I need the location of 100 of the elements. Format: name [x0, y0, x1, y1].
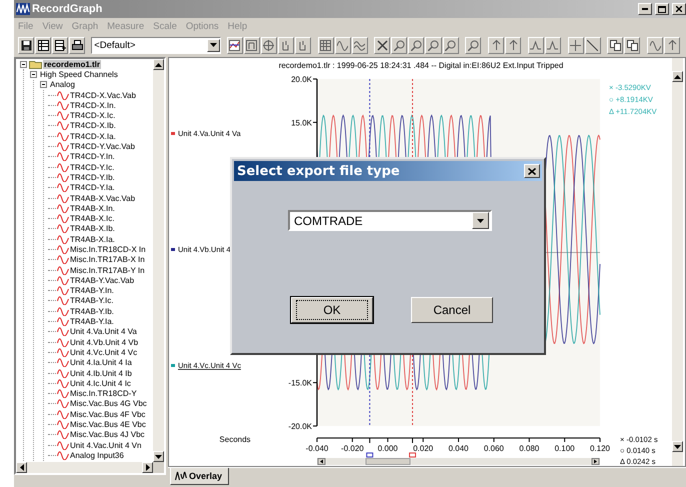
toolbar-button[interactable] — [374, 36, 390, 54]
dropdown-arrow-button[interactable] — [472, 212, 489, 229]
tree-item[interactable]: Unit 4.Ia.Unit 4 Ia — [69, 358, 133, 368]
expander-toggle[interactable] — [40, 81, 47, 88]
tab[interactable]: Overlay — [170, 468, 230, 485]
toolbar-button[interactable] — [528, 36, 544, 54]
toolbar-button[interactable] — [391, 36, 408, 54]
tree-item[interactable]: TR4CD-X.Ic. — [69, 111, 116, 120]
toolbar-button[interactable] — [52, 36, 68, 54]
tree-item[interactable]: TR4CD-Y.Ib. — [69, 172, 116, 182]
tree-item[interactable]: TR4AB-X.Vac.Vab — [69, 194, 136, 202]
toolbar-button[interactable] — [465, 36, 482, 54]
tree-item[interactable]: TR4CD-X.In. — [69, 100, 117, 110]
waveform-icon — [57, 410, 69, 419]
toolbar-button[interactable] — [425, 36, 442, 54]
minimize-button[interactable] — [638, 3, 652, 15]
toolbar-button[interactable] — [294, 36, 311, 54]
scroll-down-button[interactable] — [672, 441, 683, 452]
dialog-button[interactable]: OK — [291, 297, 373, 323]
tree-item[interactable]: Misc.Vac.Bus 4E Vbc — [69, 420, 147, 430]
tree-item[interactable]: TR4AB-Y.Ic. — [69, 296, 114, 306]
toolbar-button[interactable] — [584, 36, 601, 54]
tree-item[interactable]: TR4AB-X.In. — [69, 204, 116, 213]
tree-item[interactable]: TR4AB-Y.In. — [69, 286, 115, 296]
toolbar-button[interactable] — [244, 36, 260, 54]
tree-item[interactable]: TR4CD-X.Ia. — [69, 132, 117, 141]
y-tick-label: 15.0K — [291, 118, 312, 128]
tree-item[interactable]: TR4AB-X.Ic. — [69, 214, 116, 224]
tree-item[interactable]: TR4AB-Y.Ib. — [69, 306, 115, 316]
toolbar-button[interactable] — [260, 36, 277, 54]
tree-item[interactable]: TR4CD-X.Vac.Vab — [69, 90, 137, 100]
close-button[interactable] — [524, 164, 540, 178]
wave-icon — [16, 3, 30, 15]
tree-item[interactable]: recordemo1.tlr — [43, 60, 102, 69]
tree-item[interactable]: Analog Input36 — [69, 450, 125, 460]
scroll-right-button[interactable] — [142, 462, 153, 473]
tree-item[interactable]: Unit 4.Va.Unit 4 Va — [69, 327, 138, 336]
file-type-dropdown[interactable]: COMTRADE — [288, 210, 492, 231]
tree-item[interactable]: TR4AB-Y.Vac.Vab — [69, 276, 136, 285]
toolbar-button[interactable] — [664, 36, 680, 54]
tree-item[interactable]: Unit 4.Vc.Unit 4 Vc — [69, 348, 138, 357]
x-tick-label: 0.040 — [448, 444, 469, 453]
toolbar-button[interactable] — [505, 36, 522, 54]
tree-item[interactable]: Misc.Vac.Bus 4F Vbc — [69, 410, 146, 419]
tree-item[interactable]: Unit 4.Vac.Unit 4 Vn — [69, 440, 142, 450]
tree-item[interactable]: Misc.In.TR17AB-Y In — [69, 266, 146, 275]
close-button[interactable] — [672, 3, 686, 15]
scroll-left-button[interactable] — [16, 462, 27, 473]
dropdown-arrow-button[interactable] — [206, 38, 220, 52]
toolbar-button[interactable] — [278, 36, 294, 54]
tree-item[interactable]: Misc.Vac.Bus 4G Vbc — [69, 399, 148, 408]
toolbar-button[interactable] — [318, 36, 334, 54]
dialog-button[interactable]: Cancel — [411, 297, 493, 323]
horizontal-scrollbar[interactable] — [317, 458, 600, 465]
toolbar-button[interactable] — [607, 36, 624, 54]
toolbar-button[interactable] — [18, 36, 34, 54]
tree-item[interactable]: Unit 4.Vb.Unit 4 Vb — [69, 338, 140, 347]
peak-icon — [547, 40, 558, 50]
toolbar-button[interactable] — [442, 36, 459, 54]
toolbar-button[interactable] — [488, 36, 504, 54]
scroll-up-button[interactable] — [153, 59, 164, 70]
expander-toggle[interactable] — [20, 60, 27, 68]
tree-item[interactable]: TR4CD-Y.Vac.Vab — [69, 142, 136, 152]
waveform-icon — [57, 244, 69, 254]
cursor-handle[interactable] — [366, 438, 374, 458]
tree-item[interactable]: Unit 4.Ib.Unit 4 Ib — [69, 368, 133, 378]
preset-dropdown[interactable]: <Default> — [91, 36, 221, 54]
scroll-down-button[interactable] — [153, 451, 164, 462]
vertical-scrollbar[interactable] — [153, 59, 164, 462]
toolbar-button[interactable] — [69, 36, 86, 54]
toolbar-button[interactable] — [544, 36, 561, 54]
vertical-scrollbar[interactable] — [672, 58, 683, 466]
scroll-up-button[interactable] — [672, 71, 683, 82]
tree-item[interactable]: TR4CD-X.Ib. — [69, 121, 117, 130]
maximize-button[interactable] — [655, 3, 669, 15]
toolbar-button[interactable] — [226, 36, 243, 54]
tree-item[interactable]: Misc.In.TR18CD-X In — [69, 244, 147, 254]
tree-item[interactable]: TR4CD-Y.In. — [69, 152, 116, 162]
close-icon — [528, 168, 536, 174]
tree-item[interactable]: TR4AB-X.Ia. — [69, 234, 116, 244]
tree-item[interactable]: Analog — [49, 80, 76, 90]
toolbar-button[interactable] — [647, 36, 664, 54]
tree-item[interactable]: Misc.Vac.Bus 4J Vbc — [69, 430, 146, 440]
expander-toggle[interactable] — [30, 70, 37, 78]
tree-item[interactable]: Misc.In.TR18CD-Y — [69, 389, 138, 398]
tree-item[interactable]: TR4CD-Y.Ic. — [69, 162, 116, 172]
tree-item[interactable]: High Speed Channels — [39, 70, 119, 79]
tree-item[interactable]: TR4AB-X.Ib. — [69, 224, 116, 234]
toolbar-button[interactable] — [35, 36, 52, 54]
x-axis-label: Seconds — [219, 435, 251, 444]
toolbar-button[interactable] — [624, 36, 640, 54]
tree-item[interactable]: TR4AB-Y.Ia. — [69, 317, 115, 326]
tree-item[interactable]: TR4CD-Y.Ia. — [69, 183, 116, 192]
tree-item[interactable]: Unit 4.Ic.Unit 4 Ic — [69, 378, 132, 388]
toolbar-button[interactable] — [352, 36, 368, 54]
toolbar-button[interactable] — [334, 36, 351, 54]
toolbar-button[interactable] — [408, 36, 424, 54]
tree-item[interactable]: Misc.In.TR17AB-X In — [69, 255, 146, 264]
toolbar-button[interactable] — [568, 36, 584, 54]
horizontal-scrollbar[interactable] — [16, 462, 153, 473]
